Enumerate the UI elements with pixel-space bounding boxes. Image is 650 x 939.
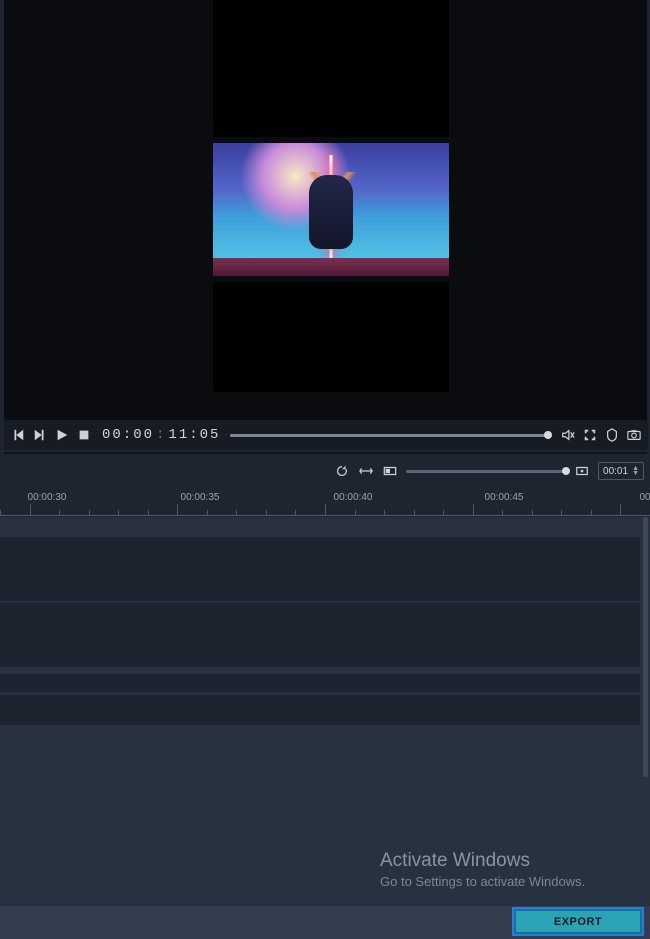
timecode-current: 00:00 — [102, 427, 154, 443]
preview-video-frame — [213, 143, 449, 276]
previous-frame-icon[interactable] — [10, 427, 26, 443]
zoom-knob[interactable] — [562, 467, 570, 475]
timeline-toolbar: 00:01 ▲▼ — [0, 458, 650, 484]
playback-progress[interactable] — [230, 434, 548, 437]
export-button-label: EXPORT — [554, 916, 602, 928]
time-stepper[interactable]: 00:01 ▲▼ — [598, 462, 644, 480]
add-marker-icon[interactable] — [574, 463, 590, 479]
windows-activation-watermark: Activate Windows Go to Settings to activ… — [380, 850, 585, 889]
fit-width-icon[interactable] — [358, 463, 374, 479]
fullscreen-icon[interactable] — [582, 427, 598, 443]
track-row[interactable] — [0, 695, 640, 725]
ruler-label: 00:00:30 — [28, 492, 67, 503]
stop-icon[interactable] — [76, 427, 92, 443]
export-button[interactable]: EXPORT — [514, 909, 642, 934]
camera-icon[interactable] — [626, 427, 642, 443]
safezone-icon[interactable] — [604, 427, 620, 443]
mute-icon[interactable] — [560, 427, 576, 443]
bottom-bar: EXPORT — [0, 906, 650, 939]
playback-bar: 00:00:11:05 — [4, 420, 648, 450]
playback-timecode: 00:00:11:05 — [102, 427, 220, 443]
track-row[interactable] — [0, 537, 640, 601]
timecode-total: 11:05 — [168, 427, 220, 443]
preview-area — [4, 0, 647, 420]
video-frame-content — [213, 143, 449, 276]
timeline-tracks[interactable] — [0, 517, 650, 906]
panel-divider — [4, 452, 647, 454]
progress-knob[interactable] — [544, 431, 552, 439]
ruler-label: 00:00:40 — [334, 492, 373, 503]
play-icon[interactable] — [54, 427, 70, 443]
next-frame-icon[interactable] — [32, 427, 48, 443]
zoom-slider[interactable] — [406, 470, 566, 473]
watermark-subtitle: Go to Settings to activate Windows. — [380, 874, 585, 889]
watermark-title: Activate Windows — [380, 850, 585, 872]
ruler-label: 00:00:45 — [485, 492, 524, 503]
refresh-icon[interactable] — [334, 463, 350, 479]
ruler-label: 00:00:35 — [181, 492, 220, 503]
aspect-ratio-icon[interactable] — [382, 463, 398, 479]
ruler-label: 00 — [639, 492, 650, 503]
track-row[interactable] — [0, 603, 640, 667]
time-stepper-value: 00:01 — [603, 466, 628, 477]
preview-black-top — [213, 0, 449, 137]
stepper-arrows[interactable]: ▲▼ — [632, 466, 639, 476]
preview-black-bottom — [213, 282, 449, 392]
timeline-ruler[interactable]: 00:00:30 00:00:35 00:00:40 00:00:45 00 — [0, 486, 650, 516]
track-row[interactable] — [0, 674, 640, 692]
